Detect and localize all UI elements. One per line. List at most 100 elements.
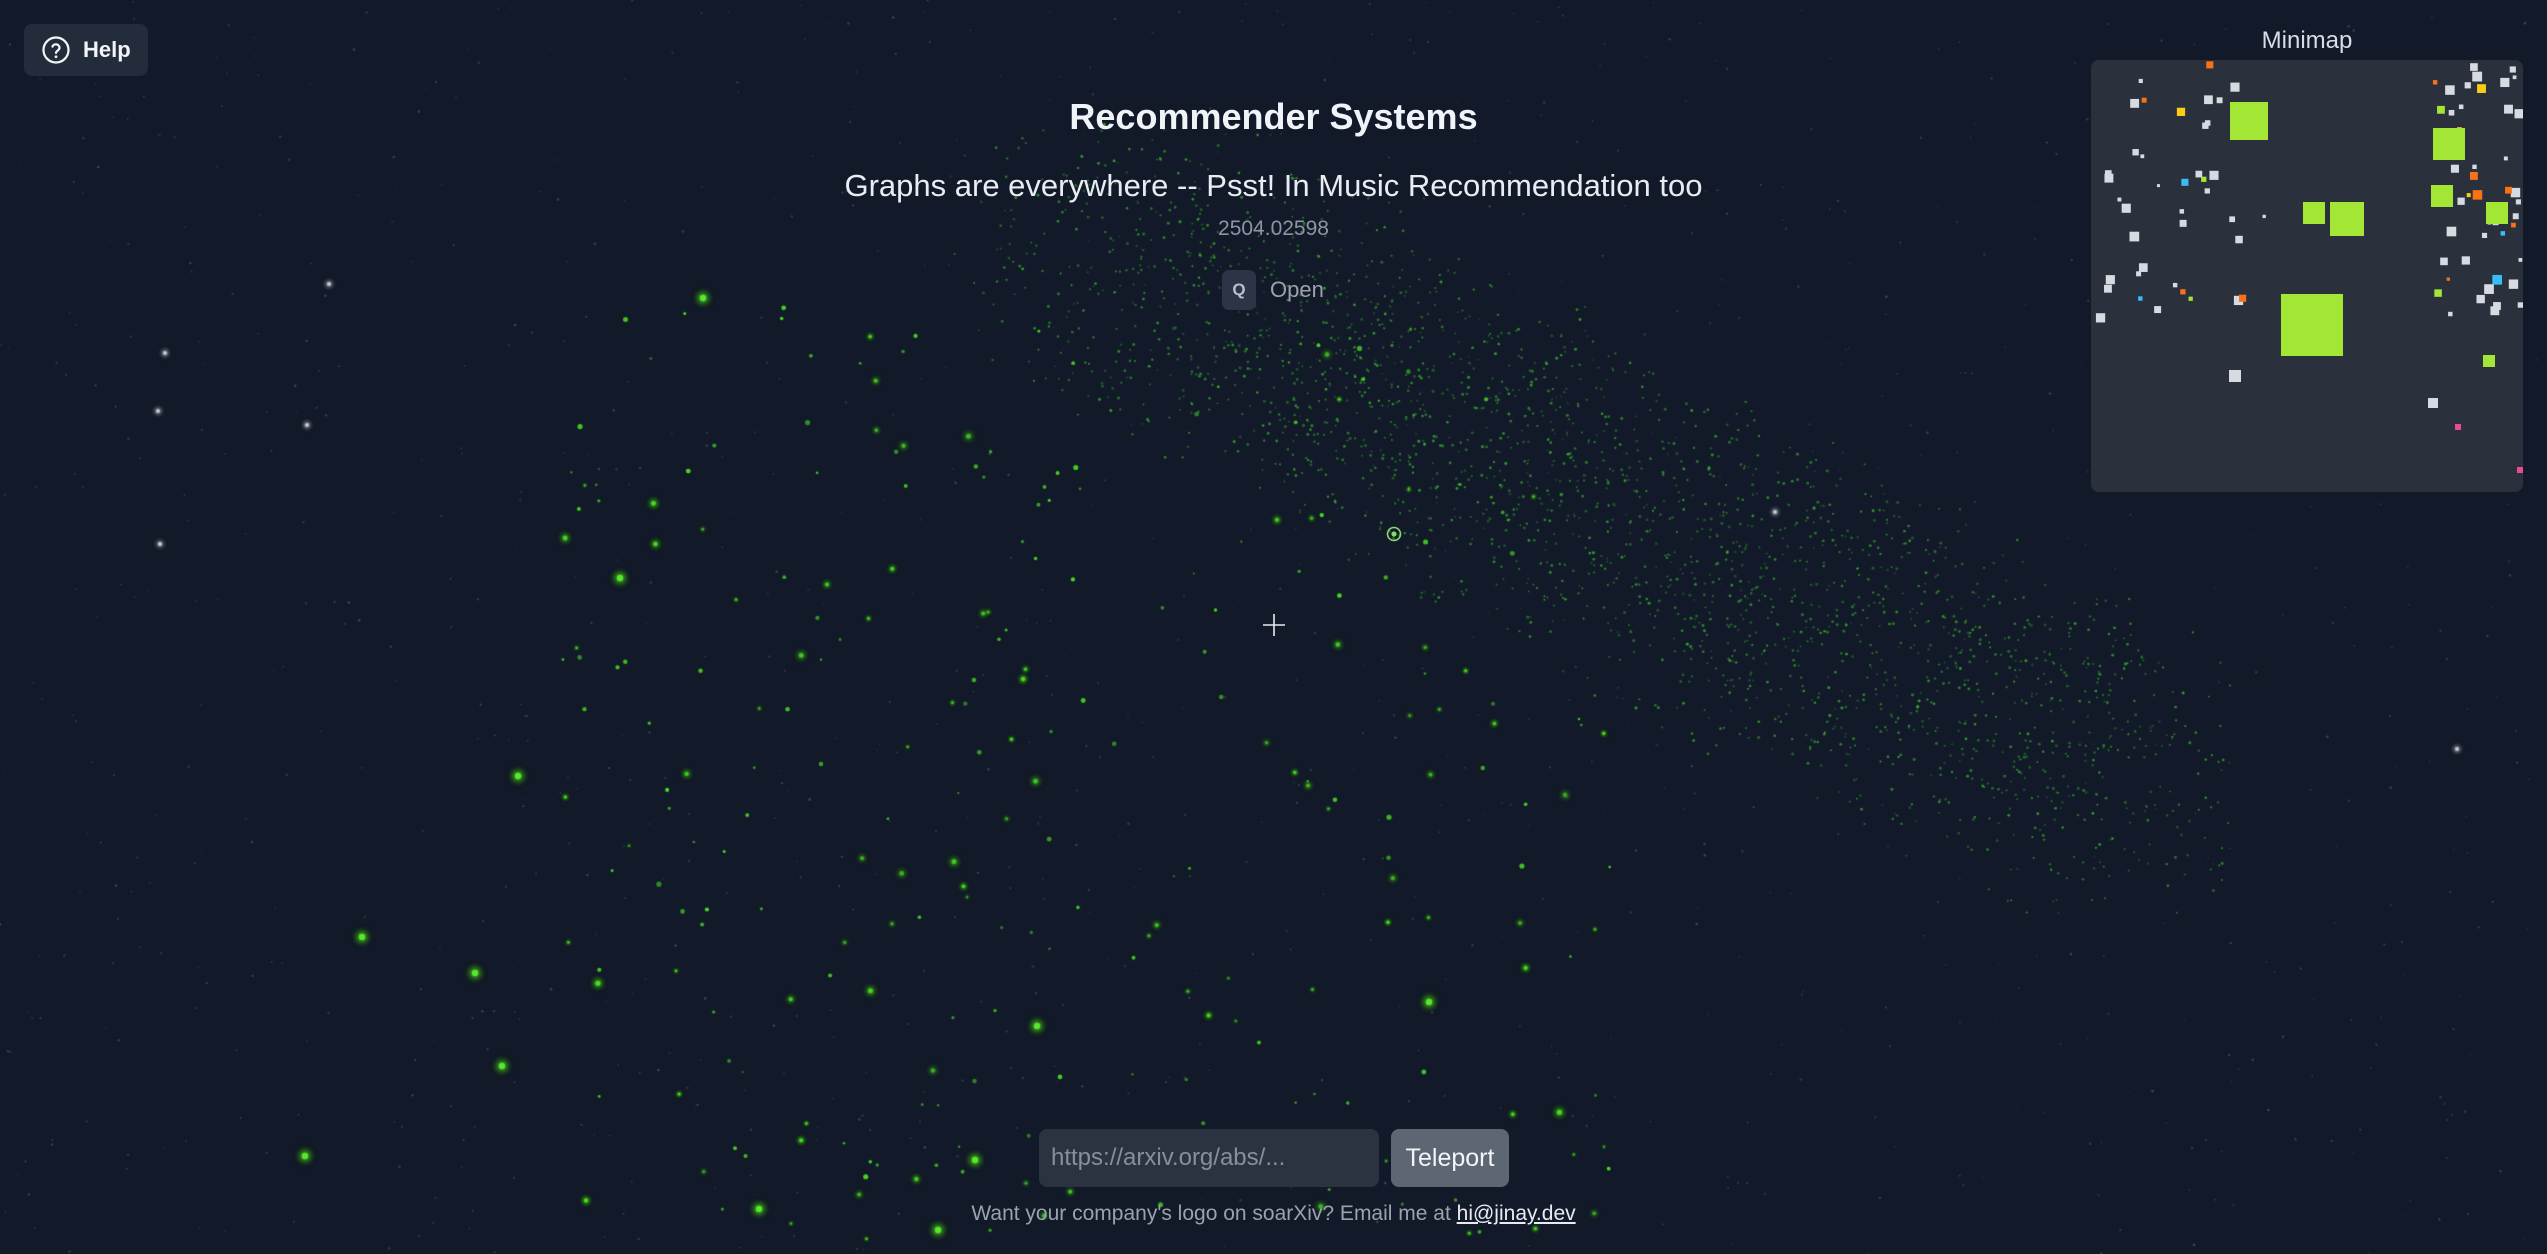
minimap-marker	[2281, 294, 2343, 356]
minimap-marker	[2154, 306, 2162, 314]
minimap-marker	[2121, 203, 2131, 213]
minimap-marker	[2470, 63, 2478, 71]
minimap-marker	[2448, 109, 2455, 116]
contact-email-link[interactable]: hi@jinay.dev	[1457, 1202, 1576, 1225]
minimap-marker	[2235, 235, 2243, 244]
minimap-marker	[2330, 202, 2364, 236]
footer: Want your company's logo on soarXiv? Ema…	[0, 1202, 2547, 1226]
minimap-marker	[2216, 97, 2223, 104]
minimap-marker	[2500, 231, 2506, 236]
minimap-marker	[2472, 190, 2483, 200]
minimap-marker	[2095, 313, 2106, 323]
minimap-marker	[2512, 75, 2517, 80]
minimap-marker	[2517, 467, 2523, 473]
minimap-marker	[2204, 95, 2213, 105]
minimap-marker	[2179, 209, 2185, 214]
minimap-marker	[2461, 256, 2470, 265]
minimap-marker	[2204, 120, 2211, 126]
minimap-marker	[2514, 109, 2523, 119]
minimap-marker	[2204, 188, 2210, 194]
minimap-marker	[2140, 154, 2145, 159]
minimap-marker	[2504, 104, 2513, 114]
minimap-marker	[2105, 275, 2115, 285]
minimap-marker	[2517, 302, 2523, 308]
minimap-marker	[2129, 231, 2140, 242]
minimap-marker	[2433, 128, 2465, 160]
minimap-marker	[2484, 284, 2494, 294]
minimap-marker	[2457, 197, 2465, 205]
minimap-marker	[2130, 98, 2140, 108]
minimap-marker	[2138, 263, 2148, 272]
minimap-marker	[2176, 107, 2186, 116]
minimap-marker	[2445, 85, 2455, 95]
minimap-marker	[2172, 282, 2178, 288]
help-button[interactable]: Help	[24, 24, 148, 76]
minimap-marker	[2230, 102, 2268, 140]
minimap-marker	[2518, 258, 2523, 262]
minimap-marker	[2505, 186, 2512, 194]
minimap-marker	[2511, 222, 2516, 228]
open-paper-action[interactable]: Q Open	[1222, 270, 1324, 310]
crosshair-icon	[1263, 614, 1285, 636]
help-circle-icon	[42, 36, 70, 64]
minimap-marker	[2179, 219, 2187, 227]
minimap-marker	[2428, 398, 2438, 408]
minimap-marker	[2515, 199, 2521, 205]
minimap-marker	[2181, 178, 2189, 186]
minimap-marker	[2469, 171, 2478, 180]
minimap-marker	[2209, 170, 2219, 180]
minimap-marker	[2455, 424, 2461, 430]
minimap-marker	[2117, 197, 2122, 202]
minimap-marker	[2446, 226, 2457, 237]
minimap-marker	[2156, 184, 2160, 188]
minimap-marker	[2180, 289, 2186, 295]
minimap-marker	[2458, 104, 2464, 110]
minimap-marker	[2503, 156, 2508, 161]
minimap-marker	[2229, 370, 2241, 382]
minimap-marker	[2136, 271, 2142, 277]
space-canvas[interactable]: Help Recommender Systems Graphs are ever…	[0, 0, 2547, 1254]
target-paper-marker[interactable]	[1384, 524, 1404, 544]
arxiv-url-input[interactable]	[1039, 1129, 1379, 1187]
minimap-marker	[2437, 105, 2445, 114]
minimap-marker	[2477, 84, 2486, 94]
minimap-marker	[2104, 284, 2112, 293]
minimap-marker	[2141, 97, 2147, 103]
minimap[interactable]	[2091, 60, 2523, 492]
minimap-marker	[2512, 213, 2519, 220]
minimap-marker	[2431, 185, 2453, 207]
minimap-marker	[2446, 277, 2450, 281]
minimap-marker	[2448, 311, 2453, 317]
minimap-marker	[2493, 302, 2501, 310]
minimap-marker	[2195, 170, 2203, 178]
minimap-marker	[2432, 80, 2438, 85]
minimap-marker	[2492, 274, 2503, 285]
minimap-marker	[2138, 78, 2143, 84]
minimap-marker	[2508, 279, 2519, 289]
minimap-marker	[2434, 289, 2442, 297]
minimap-marker	[2509, 66, 2516, 73]
minimap-marker	[2132, 149, 2139, 156]
minimap-marker	[2104, 173, 2114, 183]
minimap-marker	[2466, 193, 2471, 198]
minimap-marker	[2450, 164, 2459, 173]
minimap-marker	[2440, 257, 2448, 266]
teleport-button[interactable]: Teleport	[1391, 1129, 1509, 1187]
minimap-marker	[2229, 216, 2236, 223]
minimap-marker	[2206, 61, 2214, 69]
minimap-marker	[2464, 82, 2471, 89]
minimap-plot[interactable]	[2091, 60, 2523, 492]
minimap-marker	[2476, 294, 2485, 304]
minimap-marker	[2230, 82, 2240, 92]
minimap-marker	[2481, 232, 2488, 239]
minimap-marker	[2472, 71, 2483, 82]
minimap-marker	[2483, 355, 2495, 367]
minimap-marker	[2262, 214, 2266, 219]
open-label: Open	[1270, 277, 1324, 302]
minimap-marker	[2201, 176, 2207, 182]
minimap-marker	[2239, 294, 2247, 302]
minimap-marker	[2486, 202, 2508, 224]
keyboard-shortcut-badge: Q	[1222, 270, 1256, 310]
footer-text: Want your company's logo on soarXiv? Ema…	[971, 1202, 1457, 1225]
minimap-marker	[2138, 296, 2143, 301]
